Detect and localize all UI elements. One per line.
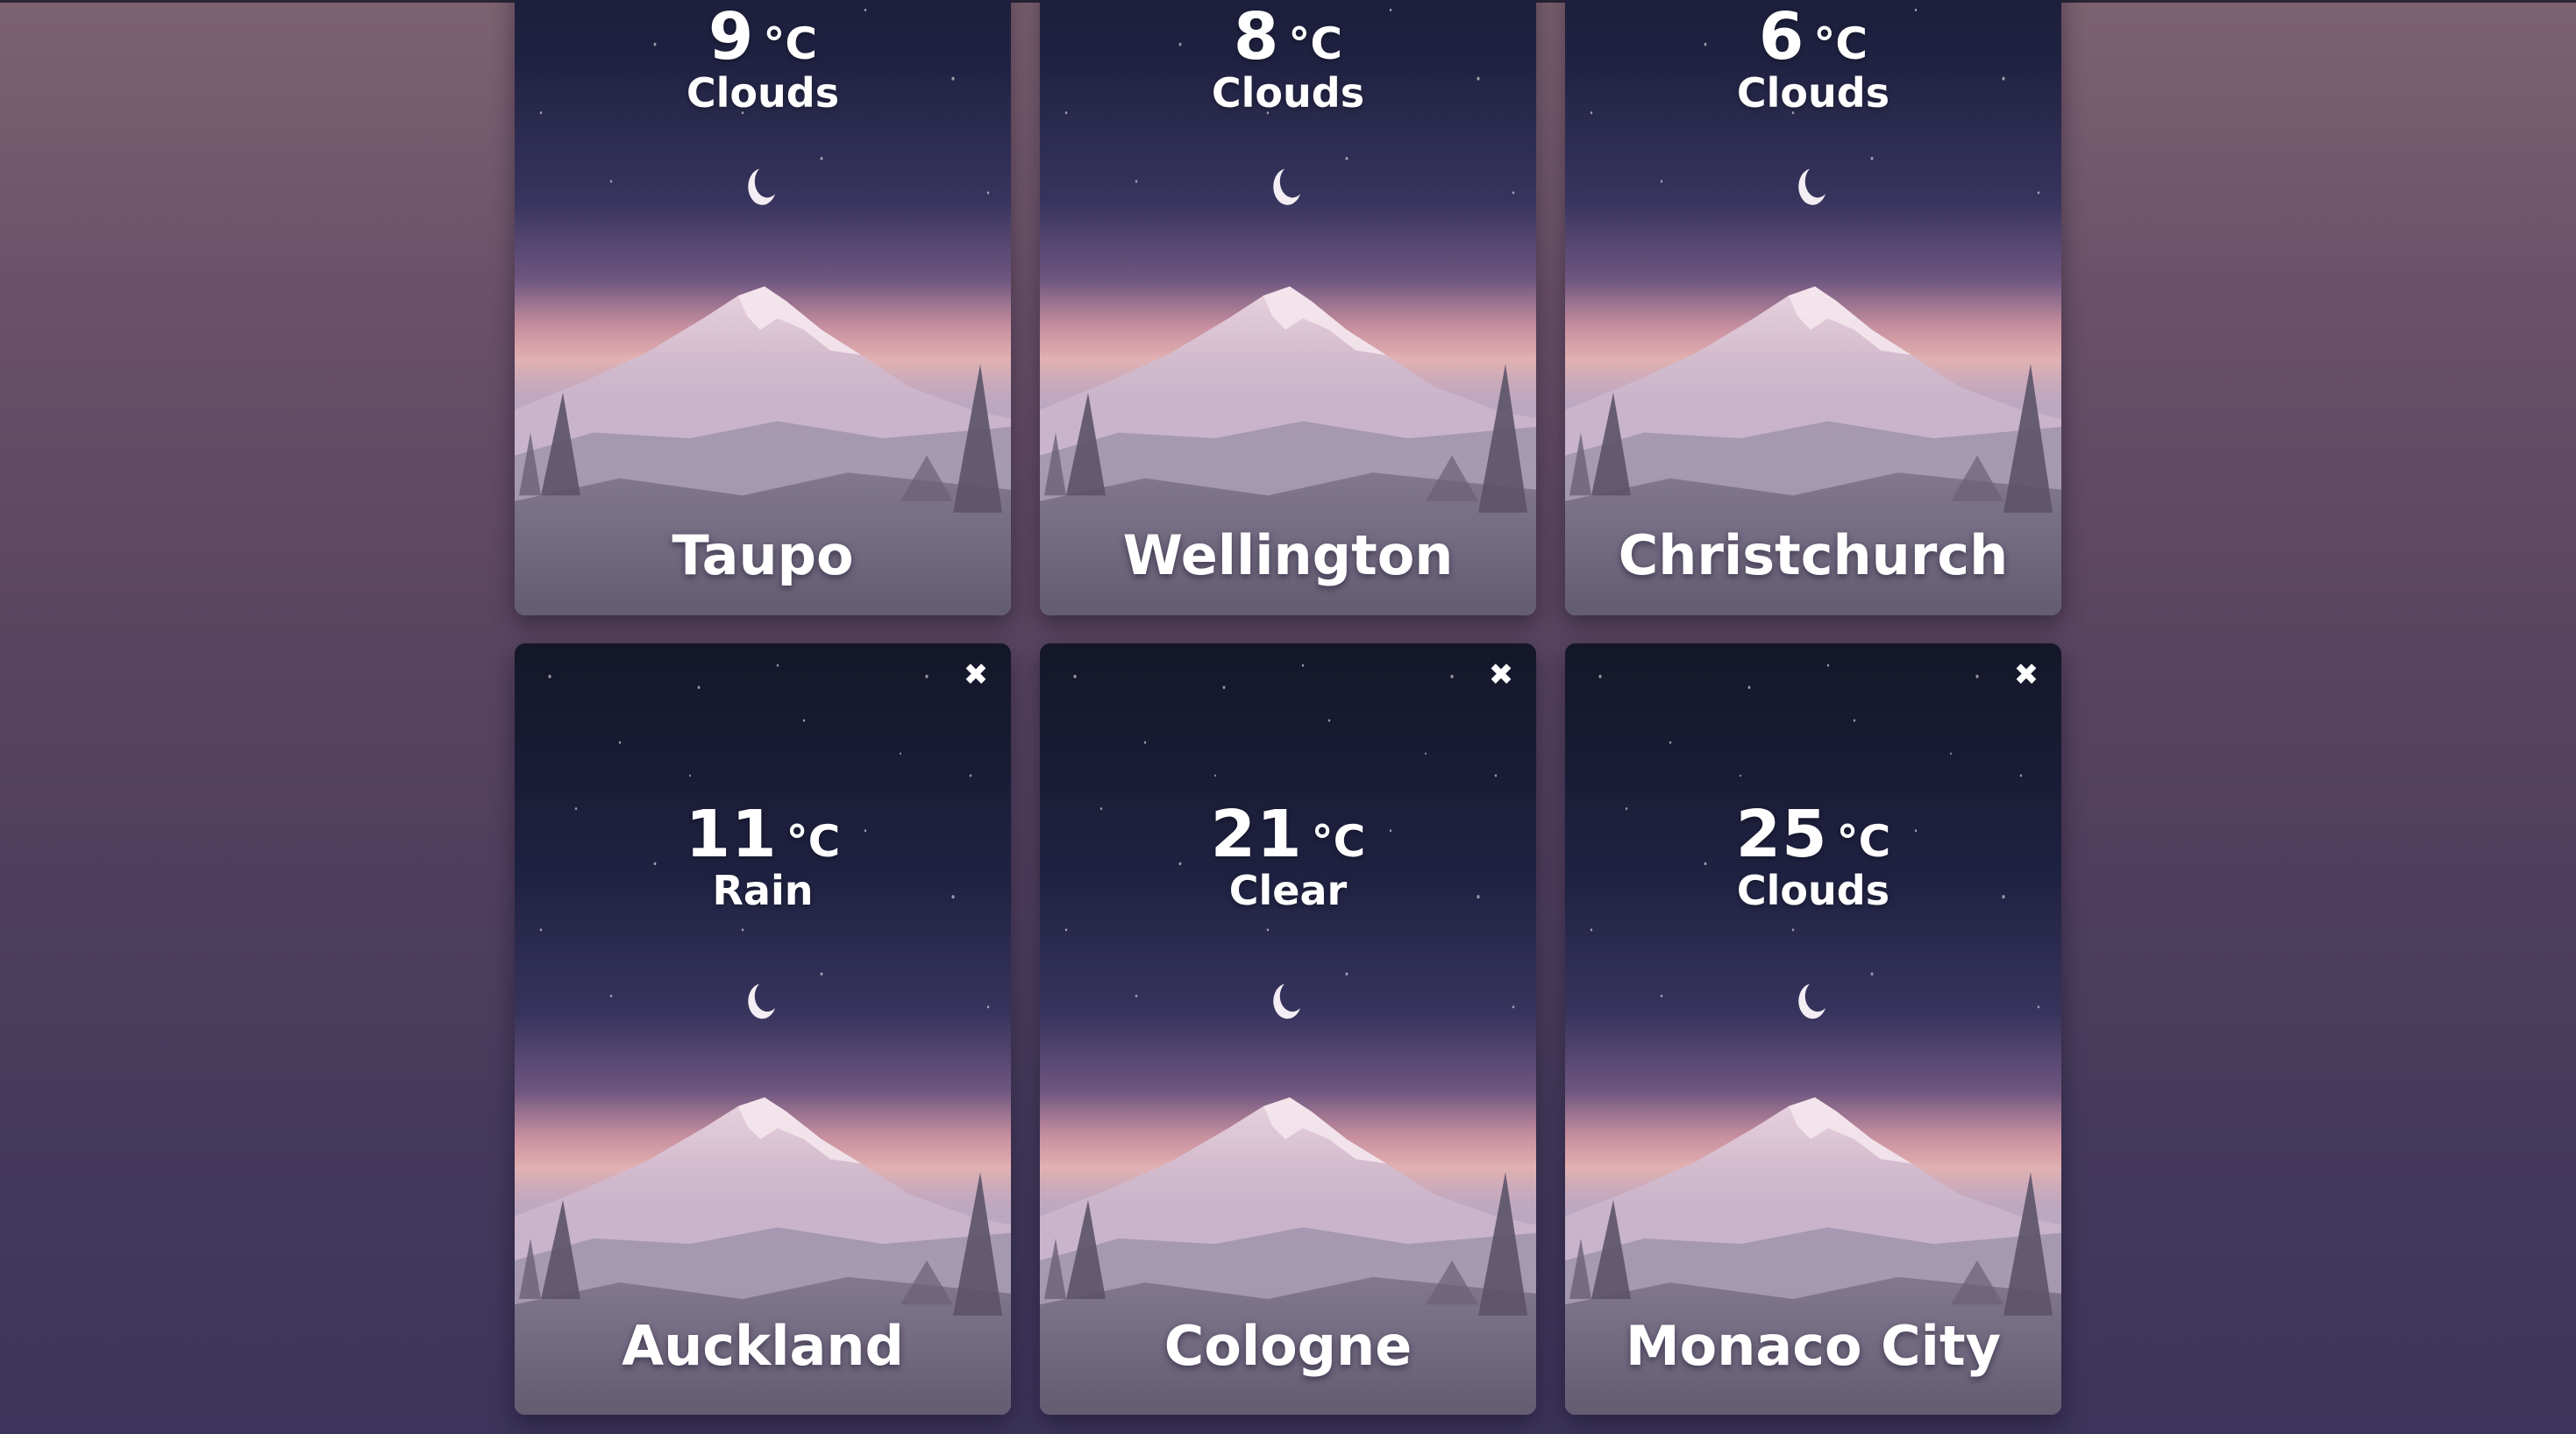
- temperature-unit: °C: [763, 18, 818, 69]
- weather-card[interactable]: 8 °C Clouds Wellington: [1040, 0, 1536, 615]
- temperature-value: 21: [1210, 797, 1303, 872]
- temperature-unit: °C: [786, 816, 841, 867]
- city-name: Monaco City: [1625, 1314, 2001, 1378]
- weather-condition: Clouds: [686, 69, 840, 117]
- temperature: 9 °C: [515, 4, 1011, 69]
- temperature-value: 6: [1758, 0, 1805, 75]
- weather-card[interactable]: 9 °C Clouds Taupo: [515, 0, 1011, 615]
- weather-info: 21 °C Clear: [1040, 802, 1536, 911]
- temperature: 6 °C: [1565, 4, 2061, 69]
- weather-card[interactable]: 6 °C Clouds Christchurch: [1565, 0, 2061, 615]
- temperature-value: 11: [685, 797, 778, 872]
- weather-info: 8 °C Clouds: [1040, 4, 1536, 113]
- close-icon[interactable]: ✖: [2010, 659, 2042, 691]
- weather-info: 9 °C Clouds: [515, 4, 1011, 113]
- landscape-background: [1040, 643, 1536, 1415]
- city-name: Auckland: [622, 1314, 904, 1378]
- temperature: 11 °C: [515, 802, 1011, 867]
- temperature-value: 25: [1735, 797, 1828, 872]
- city-name: Taupo: [672, 523, 854, 587]
- weather-condition: Clouds: [1736, 69, 1890, 117]
- weather-condition: Clouds: [1736, 867, 1890, 914]
- weather-card[interactable]: ✖ 11 °C Rain Auckland: [515, 643, 1011, 1415]
- weather-condition: Clouds: [1211, 69, 1365, 117]
- close-icon[interactable]: ✖: [1485, 659, 1517, 691]
- weather-info: 25 °C Clouds: [1565, 802, 2061, 911]
- temperature-unit: °C: [1311, 816, 1366, 867]
- weather-condition: Rain: [712, 867, 814, 914]
- landscape-background: [515, 643, 1011, 1415]
- city-name: Cologne: [1163, 1314, 1413, 1378]
- close-icon[interactable]: ✖: [960, 659, 992, 691]
- weather-card-grid: 9 °C Clouds Taupo 8 °C Clouds Wellington 6 °C Clou…: [515, 0, 2061, 1434]
- landscape-background: [1565, 643, 2061, 1415]
- city-name: Wellington: [1122, 523, 1454, 587]
- weather-card[interactable]: ✖ 21 °C Clear Cologne: [1040, 643, 1536, 1415]
- city-name: Christchurch: [1618, 523, 2009, 587]
- temperature-value: 8: [1233, 0, 1280, 75]
- temperature: 8 °C: [1040, 4, 1536, 69]
- temperature-unit: °C: [1813, 18, 1868, 69]
- weather-info: 6 °C Clouds: [1565, 4, 2061, 113]
- temperature-unit: °C: [1836, 816, 1891, 867]
- temperature: 25 °C: [1565, 802, 2061, 867]
- temperature-value: 9: [708, 0, 755, 75]
- temperature-unit: °C: [1288, 18, 1343, 69]
- weather-condition: Clear: [1228, 867, 1348, 914]
- weather-info: 11 °C Rain: [515, 802, 1011, 911]
- weather-card[interactable]: ✖ 25 °C Clouds Monaco City: [1565, 643, 2061, 1415]
- temperature: 21 °C: [1040, 802, 1536, 867]
